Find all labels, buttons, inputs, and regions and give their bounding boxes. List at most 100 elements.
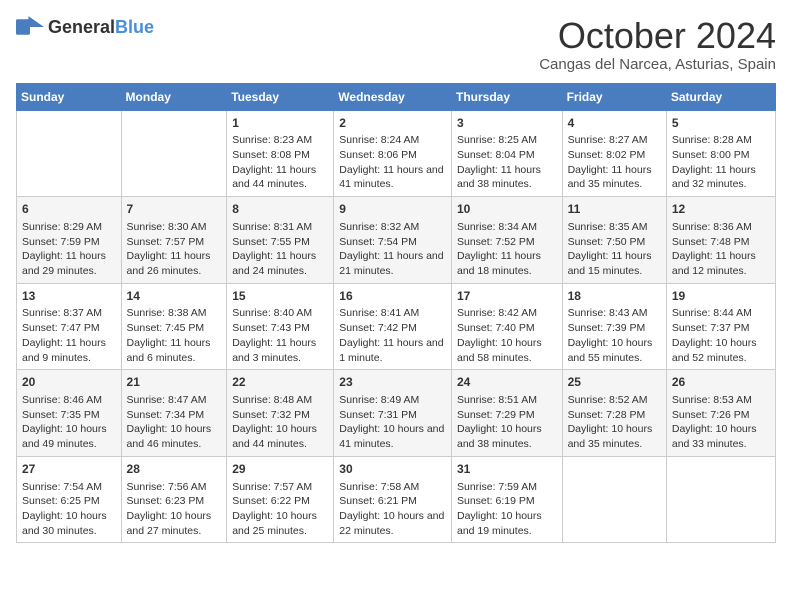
day-cell: 15Sunrise: 8:40 AMSunset: 7:43 PMDayligh… [227,283,334,370]
sunrise-text: Sunrise: 8:28 AM [672,134,752,146]
sunrise-text: Sunrise: 8:31 AM [232,221,312,233]
daylight-text: Daylight: 11 hours and 18 minutes. [457,250,541,277]
week-row-4: 20Sunrise: 8:46 AMSunset: 7:35 PMDayligh… [17,370,776,457]
day-cell [17,110,122,197]
sunset-text: Sunset: 7:29 PM [457,409,535,421]
sunset-text: Sunset: 7:34 PM [127,409,205,421]
day-number: 20 [22,374,116,391]
day-cell: 13Sunrise: 8:37 AMSunset: 7:47 PMDayligh… [17,283,122,370]
sunrise-text: Sunrise: 8:41 AM [339,307,419,319]
sunrise-text: Sunrise: 8:43 AM [568,307,648,319]
sunrise-text: Sunrise: 8:51 AM [457,394,537,406]
day-number: 15 [232,288,328,305]
sunrise-text: Sunrise: 8:29 AM [22,221,102,233]
day-number: 21 [127,374,222,391]
logo-text: GeneralBlue [48,17,154,38]
location-title: Cangas del Narcea, Asturias, Spain [539,56,776,73]
page-header: GeneralBlue October 2024 Cangas del Narc… [16,16,776,73]
week-row-1: 1Sunrise: 8:23 AMSunset: 8:08 PMDaylight… [17,110,776,197]
week-row-3: 13Sunrise: 8:37 AMSunset: 7:47 PMDayligh… [17,283,776,370]
daylight-text: Daylight: 11 hours and 32 minutes. [672,164,756,191]
daylight-text: Daylight: 11 hours and 26 minutes. [127,250,211,277]
sunrise-text: Sunrise: 8:38 AM [127,307,207,319]
sunrise-text: Sunrise: 8:46 AM [22,394,102,406]
day-cell: 10Sunrise: 8:34 AMSunset: 7:52 PMDayligh… [451,197,562,284]
sunset-text: Sunset: 6:23 PM [127,495,205,507]
logo: GeneralBlue [16,16,154,38]
sunset-text: Sunset: 6:21 PM [339,495,417,507]
day-cell: 11Sunrise: 8:35 AMSunset: 7:50 PMDayligh… [562,197,666,284]
day-number: 5 [672,115,770,132]
day-number: 23 [339,374,446,391]
daylight-text: Daylight: 10 hours and 22 minutes. [339,510,444,537]
daylight-text: Daylight: 10 hours and 30 minutes. [22,510,107,537]
day-cell: 5 Sunrise: 8:28 AM Sunset: 8:00 PM Daylight… [666,110,775,197]
sunset-text: Sunset: 7:59 PM [22,236,100,248]
daylight-text: Daylight: 10 hours and 55 minutes. [568,337,653,364]
day-number: 31 [457,461,557,478]
sunset-text: Sunset: 8:08 PM [232,149,310,161]
sunset-text: Sunset: 7:48 PM [672,236,750,248]
sunset-text: Sunset: 7:28 PM [568,409,646,421]
sunrise-text: Sunrise: 7:57 AM [232,481,312,493]
sunset-text: Sunset: 6:22 PM [232,495,310,507]
week-row-5: 27Sunrise: 7:54 AMSunset: 6:25 PMDayligh… [17,456,776,543]
daylight-text: Daylight: 11 hours and 24 minutes. [232,250,316,277]
day-cell: 6Sunrise: 8:29 AMSunset: 7:59 PMDaylight… [17,197,122,284]
day-number: 29 [232,461,328,478]
sunset-text: Sunset: 7:39 PM [568,322,646,334]
sunrise-text: Sunrise: 8:23 AM [232,134,312,146]
sunset-text: Sunset: 7:43 PM [232,322,310,334]
daylight-text: Daylight: 10 hours and 46 minutes. [127,423,212,450]
day-number: 16 [339,288,446,305]
sunrise-text: Sunrise: 8:35 AM [568,221,648,233]
day-cell: 18Sunrise: 8:43 AMSunset: 7:39 PMDayligh… [562,283,666,370]
day-cell: 26Sunrise: 8:53 AMSunset: 7:26 PMDayligh… [666,370,775,457]
day-number: 13 [22,288,116,305]
daylight-text: Daylight: 10 hours and 38 minutes. [457,423,542,450]
sunrise-text: Sunrise: 8:36 AM [672,221,752,233]
sunrise-text: Sunrise: 8:24 AM [339,134,419,146]
daylight-text: Daylight: 10 hours and 19 minutes. [457,510,542,537]
sunrise-text: Sunrise: 8:47 AM [127,394,207,406]
daylight-text: Daylight: 11 hours and 12 minutes. [672,250,756,277]
sunset-text: Sunset: 7:26 PM [672,409,750,421]
month-title: October 2024 [539,16,776,56]
sunset-text: Sunset: 7:54 PM [339,236,417,248]
sunset-text: Sunset: 8:00 PM [672,149,750,161]
day-number: 3 [457,115,557,132]
sunset-text: Sunset: 7:57 PM [127,236,205,248]
sunrise-text: Sunrise: 8:42 AM [457,307,537,319]
day-cell: 17Sunrise: 8:42 AMSunset: 7:40 PMDayligh… [451,283,562,370]
day-cell: 1Sunrise: 8:23 AMSunset: 8:08 PMDaylight… [227,110,334,197]
sunset-text: Sunset: 7:40 PM [457,322,535,334]
daylight-text: Daylight: 11 hours and 9 minutes. [22,337,106,364]
day-number: 24 [457,374,557,391]
title-block: October 2024 Cangas del Narcea, Asturias… [539,16,776,73]
daylight-text: Daylight: 10 hours and 58 minutes. [457,337,542,364]
day-number: 4 [568,115,661,132]
day-number: 12 [672,201,770,218]
day-cell: 20Sunrise: 8:46 AMSunset: 7:35 PMDayligh… [17,370,122,457]
sunrise-text: Sunrise: 7:56 AM [127,481,207,493]
day-number: 28 [127,461,222,478]
sunrise-text: Sunrise: 8:52 AM [568,394,648,406]
day-cell: 2Sunrise: 8:24 AMSunset: 8:06 PMDaylight… [334,110,452,197]
sunset-text: Sunset: 8:06 PM [339,149,417,161]
sunset-text: Sunset: 7:42 PM [339,322,417,334]
day-cell [666,456,775,543]
day-header-thursday: Thursday [451,83,562,110]
sunset-text: Sunset: 7:52 PM [457,236,535,248]
calendar-table: SundayMondayTuesdayWednesdayThursdayFrid… [16,83,776,544]
daylight-text: Daylight: 10 hours and 27 minutes. [127,510,212,537]
day-number: 30 [339,461,446,478]
sunset-text: Sunset: 8:04 PM [457,149,535,161]
daylight-text: Daylight: 10 hours and 44 minutes. [232,423,317,450]
sunset-text: Sunset: 7:37 PM [672,322,750,334]
day-cell: 14Sunrise: 8:38 AMSunset: 7:45 PMDayligh… [121,283,227,370]
day-cell: 24 Sunrise: 8:51 AM Sunset: 7:29 PM Dayligh… [451,370,562,457]
day-header-friday: Friday [562,83,666,110]
day-cell: 27Sunrise: 7:54 AMSunset: 6:25 PMDayligh… [17,456,122,543]
sunrise-text: Sunrise: 7:58 AM [339,481,419,493]
day-number: 11 [568,201,661,218]
